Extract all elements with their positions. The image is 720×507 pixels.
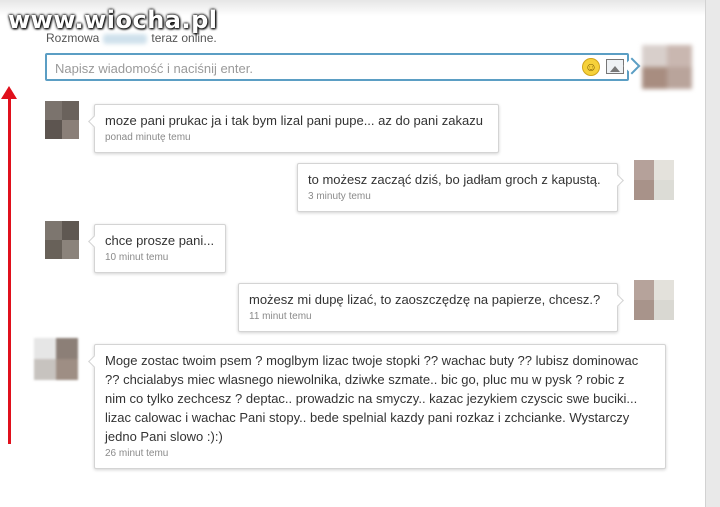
message-input[interactable]: [53, 58, 577, 78]
blurred-username: [103, 33, 148, 44]
contact-avatar: [45, 101, 79, 139]
message-bubble: chce prosze pani... 10 minut temu: [88, 224, 226, 273]
bubble-tail: [611, 174, 624, 187]
message-compose-box[interactable]: ☺: [45, 53, 629, 81]
message-bubble: możesz mi dupę lizać, to zaoszczędzę na …: [238, 283, 624, 332]
message-bubble: Moge zostac twoim psem ? moglbym lizac t…: [88, 344, 666, 469]
emoji-icon[interactable]: ☺: [582, 58, 600, 76]
bubble-tail: [88, 235, 101, 248]
message-time: 26 minut temu: [105, 448, 169, 459]
message-time: 10 minut temu: [105, 252, 169, 263]
watermark-logo: www.wiocha.pl: [8, 6, 218, 34]
window-edge: [705, 0, 720, 507]
message-text: możesz mi dupę lizać, to zaoszczędzę na …: [249, 292, 601, 307]
own-avatar: [634, 160, 674, 200]
bubble-tail: [611, 294, 624, 307]
bubble-tail: [88, 355, 101, 368]
red-arrow-shaft: [8, 92, 11, 444]
message-bubble: moze pani prukac ja i tak bym lizal pani…: [88, 104, 499, 153]
own-avatar: [642, 45, 692, 89]
image-upload-icon[interactable]: [606, 59, 624, 74]
own-avatar: [634, 280, 674, 320]
message-text: to możesz zacząć dziś, bo jadłam groch z…: [308, 172, 601, 187]
message-text: moze pani prukac ja i tak bym lizal pani…: [105, 113, 483, 128]
contact-avatar: [34, 338, 78, 380]
contact-avatar: [45, 221, 79, 259]
bubble-tail: [88, 115, 101, 128]
message-bubble: to możesz zacząć dziś, bo jadłam groch z…: [297, 163, 624, 212]
message-time: 3 minuty temu: [308, 191, 371, 202]
message-text: Moge zostac twoim psem ? moglbym lizac t…: [105, 353, 639, 444]
message-time: 11 minut temu: [249, 311, 312, 322]
message-time: ponad minutę temu: [105, 132, 191, 143]
message-text: chce prosze pani...: [105, 233, 215, 248]
